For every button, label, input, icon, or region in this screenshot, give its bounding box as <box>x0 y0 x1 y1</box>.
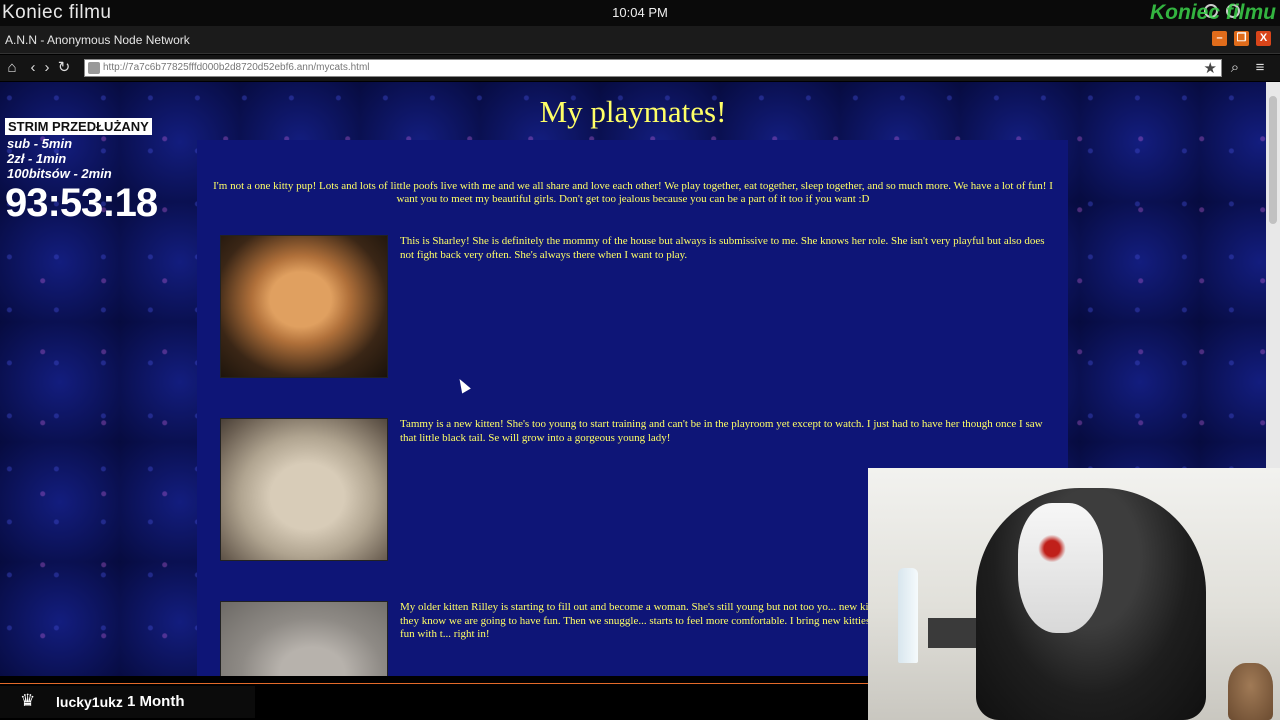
page-icon <box>88 62 100 74</box>
cat-photo <box>220 601 388 676</box>
window-title-bar: A.N.N - Anonymous Node Network – ❐ X <box>0 26 1280 54</box>
subscription-alert-bar: ♛ lucky1ukz · 1 Month <box>0 683 868 720</box>
subscriber-name: lucky1ukz <box>56 694 123 710</box>
bookmark-star-icon[interactable]: ★ <box>1204 59 1217 77</box>
sub-duration: 1 Month <box>127 693 185 710</box>
timer-rule-line: 2zł - 1min <box>7 151 67 166</box>
timer-rule-line: 100bitsów - 2min <box>7 166 112 181</box>
webcam-overlay <box>868 468 1280 720</box>
background-cat <box>1228 663 1273 720</box>
address-bar[interactable]: http://7a7c6b77825fffd000b2d8720d52ebf6.… <box>84 59 1222 77</box>
forward-icon[interactable]: › <box>38 59 56 77</box>
url-text[interactable]: http://7a7c6b77825fffd000b2d8720d52ebf6.… <box>103 62 370 73</box>
close-button[interactable]: X <box>1256 31 1271 46</box>
hockey-mask <box>1018 503 1103 633</box>
sub-alert-chip: ♛ lucky1ukz · 1 Month <box>0 686 255 718</box>
stream-timer-overlay: STRIM PRZEDŁUŻANY sub - 5min 2zł - 1min … <box>5 118 185 225</box>
maximize-button[interactable]: ❐ <box>1234 31 1249 46</box>
scrollbar-thumb[interactable] <box>1269 96 1277 224</box>
cat-caption: Tammy is a new kitten! She's too young t… <box>400 418 1043 444</box>
navigation-bar: ⌂ ‹ › ↻ http://7a7c6b77825fffd000b2d8720… <box>0 55 1280 81</box>
menu-icon[interactable]: ≡ <box>1251 59 1269 77</box>
minimize-button[interactable]: – <box>1212 31 1227 46</box>
system-bar-right-text: Koniec filmu <box>1149 1 1276 24</box>
crown-icon: ♛ <box>20 691 36 710</box>
water-bottle <box>898 568 918 663</box>
window-title: A.N.N - Anonymous Node Network <box>5 33 190 47</box>
page-heading: My playmates! <box>539 94 727 129</box>
cat-caption: This is Sharley! She is definitely the m… <box>400 235 1045 261</box>
system-clock: 10:04 PM <box>612 5 668 20</box>
countdown-timer: 93:53:18 <box>5 181 158 225</box>
timer-rule-line: sub - 5min <box>7 136 73 151</box>
cat-photo <box>220 418 388 561</box>
intro-text: I'm not a one kitty pup! Lots and lots o… <box>213 180 1053 205</box>
cat-photo <box>220 235 388 378</box>
search-icon[interactable]: ⌕ <box>1226 59 1244 77</box>
system-bar: Koniec filmu 10:04 PM Koniec filmu <box>0 0 1280 26</box>
timer-banner: STRIM PRZEDŁUŻANY <box>5 118 152 135</box>
reload-icon[interactable]: ↻ <box>55 59 73 77</box>
home-icon[interactable]: ⌂ <box>3 59 21 77</box>
sub-separator: · <box>117 692 122 708</box>
